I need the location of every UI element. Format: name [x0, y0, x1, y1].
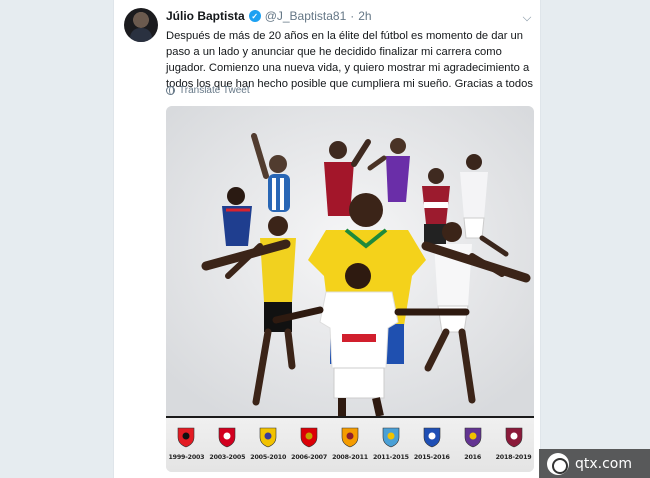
player-collage-image [166, 106, 534, 416]
club-years: 2003-2005 [209, 454, 246, 461]
club-years: 1999-2003 [168, 454, 205, 461]
user-handle[interactable]: @J_Baptista81 [265, 9, 347, 23]
club-crest-icon [464, 427, 481, 448]
club-crest-icon [178, 427, 195, 448]
club-crest-item: 2015-2016 [412, 422, 452, 470]
club-crest-item: 2003-2005 [207, 422, 247, 470]
separator-dot: · [350, 9, 355, 23]
club-crest-bar: 1999-2003 2003-2005 2005-2010 2006-2007 2008… [166, 416, 534, 472]
club-years: 2016 [464, 454, 482, 461]
globe-icon [166, 86, 175, 95]
club-years: 2018-2019 [495, 454, 532, 461]
chevron-down-icon[interactable] [522, 12, 532, 22]
club-crest-icon [423, 427, 441, 448]
club-crest-item: 2018-2019 [494, 422, 534, 470]
club-crest-item: 2011-2015 [371, 422, 411, 470]
club-years: 2015-2016 [413, 454, 450, 461]
club-crest-icon [382, 427, 400, 448]
club-crest-item: 2005-2010 [248, 422, 288, 470]
tweet-header: Júlio Baptista ✓ @J_Baptista81 · 2h [166, 8, 372, 24]
avatar[interactable] [124, 8, 158, 42]
club-crest-item: 2008-2011 [330, 422, 370, 470]
club-crest-icon [259, 427, 277, 448]
watermark-text: qtx.com [575, 455, 633, 472]
club-crest-icon [219, 427, 236, 448]
club-years: 2011-2015 [372, 454, 409, 461]
verified-badge-icon: ✓ [248, 10, 261, 22]
club-crest-icon [341, 427, 359, 448]
tweet-card: Júlio Baptista ✓ @J_Baptista81 · 2h Desp… [113, 0, 541, 478]
club-crest-icon [300, 427, 318, 448]
club-crest-item: 2006-2007 [289, 422, 329, 470]
tweet-media-image[interactable]: 1999-2003 2003-2005 2005-2010 2006-2007 2008… [166, 106, 534, 472]
translate-tweet-link[interactable]: Translate Tweet [166, 85, 250, 96]
club-crest-item: 2016 [453, 422, 493, 470]
club-crest-item: 1999-2003 [166, 422, 206, 470]
club-years: 2006-2007 [291, 454, 328, 461]
site-watermark: qtx.com [539, 449, 650, 478]
translate-label: Translate Tweet [179, 85, 250, 96]
watermark-logo-icon [547, 452, 569, 475]
club-years: 2005-2010 [250, 454, 287, 461]
display-name[interactable]: Júlio Baptista [166, 9, 245, 23]
tweet-text: Después de más de 20 años en la élite de… [166, 30, 533, 90]
timestamp[interactable]: 2h [358, 9, 371, 23]
club-years: 2008-2011 [332, 454, 368, 461]
club-crest-icon [505, 427, 522, 448]
